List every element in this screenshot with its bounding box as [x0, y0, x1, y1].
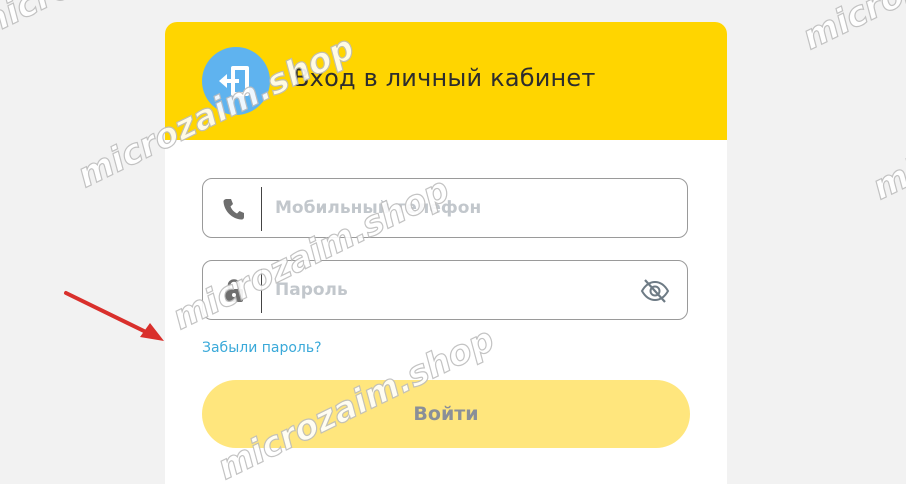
login-button[interactable]: Войти	[202, 380, 690, 448]
login-door-icon	[202, 47, 270, 115]
lock-icon	[221, 278, 247, 304]
eye-off-icon[interactable]	[639, 275, 671, 307]
phone-icon	[221, 196, 247, 222]
login-page: Вход в личный кабинет Мобильный телефон …	[0, 0, 906, 484]
forgot-password-link[interactable]: Забыли пароль?	[202, 340, 322, 356]
phone-field[interactable]	[202, 178, 688, 238]
page-title: Вход в личный кабинет	[293, 64, 596, 92]
password-input[interactable]	[275, 261, 625, 319]
card-header: Вход в личный кабинет	[165, 22, 727, 140]
login-card: Вход в личный кабинет Мобильный телефон …	[165, 22, 727, 484]
field-divider	[261, 269, 262, 313]
arrow-annotation-icon	[64, 291, 164, 341]
field-divider	[261, 187, 262, 231]
password-field[interactable]	[202, 260, 688, 320]
watermark: microzaim.shop	[796, 0, 906, 58]
phone-input[interactable]	[275, 179, 625, 237]
watermark: microzaim.shop	[866, 40, 906, 208]
